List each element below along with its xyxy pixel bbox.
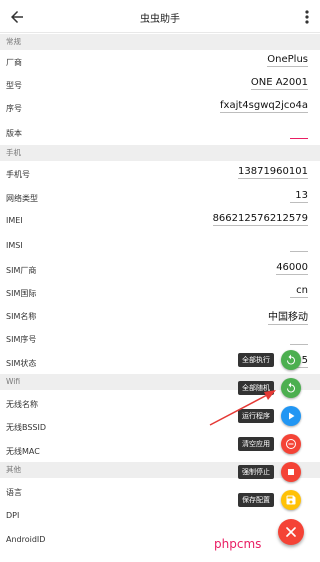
screen: 虫虫助手 常规 厂商 OnePlus 型号 ONE A2001 序号 fxajt… <box>0 0 320 562</box>
annotation-arrow-icon <box>209 390 276 426</box>
watermark-text: phpcms <box>214 537 262 551</box>
